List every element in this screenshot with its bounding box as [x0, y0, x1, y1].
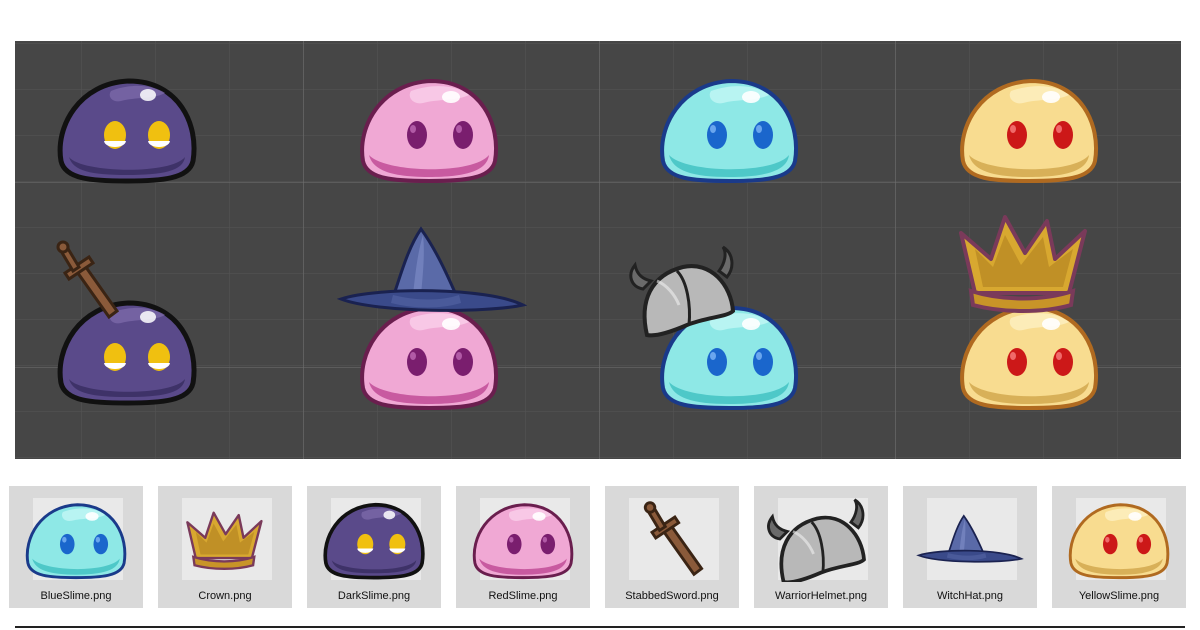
red-slime-sprite[interactable]	[353, 69, 505, 187]
blue-slime-icon	[25, 503, 127, 580]
crown-icon	[186, 511, 263, 571]
red-slime-icon	[472, 503, 574, 580]
asset-label: Crown.png	[198, 590, 252, 602]
asset-browser: BlueSlime.png Crown.png DarkSlime.png Re…	[0, 486, 1200, 610]
asset-tile-crown[interactable]: Crown.png	[158, 486, 292, 608]
dark-slime-sprite[interactable]	[51, 69, 203, 187]
yellow-slime-with-crown-sprite[interactable]	[953, 296, 1105, 414]
asset-label: RedSlime.png	[488, 590, 558, 602]
asset-tile-dark-slime[interactable]: DarkSlime.png	[307, 486, 441, 608]
warrior-helmet-icon	[766, 497, 866, 582]
asset-label: WitchHat.png	[936, 590, 1004, 602]
scene-view[interactable]	[15, 41, 1181, 459]
blue-slime-sprite[interactable]	[653, 69, 805, 187]
divider	[15, 626, 1185, 628]
asset-label: DarkSlime.png	[337, 590, 411, 602]
sword-sprite[interactable]	[51, 239, 121, 319]
crown-sprite[interactable]	[953, 209, 1095, 313]
sword-icon	[643, 501, 704, 576]
asset-tile-blue-slime[interactable]: BlueSlime.png	[9, 486, 143, 608]
asset-tile-yellow-slime[interactable]: YellowSlime.png	[1052, 486, 1186, 608]
yellow-slime-icon	[1068, 503, 1170, 580]
warrior-helmet-sprite[interactable]	[627, 245, 747, 345]
asset-label: WarriorHelmet.png	[775, 590, 867, 602]
dark-slime-icon	[323, 502, 425, 580]
asset-tile-warrior-helmet[interactable]: WarriorHelmet.png	[754, 486, 888, 608]
witch-hat-icon	[917, 515, 1023, 563]
witch-hat-sprite[interactable]	[337, 225, 527, 321]
asset-label: StabbedSword.png	[625, 590, 719, 602]
asset-tile-stabbed-sword[interactable]: StabbedSword.png	[605, 486, 739, 608]
asset-tile-witch-hat[interactable]: WitchHat.png	[903, 486, 1037, 608]
asset-tile-red-slime[interactable]: RedSlime.png	[456, 486, 590, 608]
yellow-slime-sprite[interactable]	[953, 69, 1105, 187]
asset-label: BlueSlime.png	[40, 590, 112, 602]
asset-label: YellowSlime.png	[1078, 590, 1160, 602]
